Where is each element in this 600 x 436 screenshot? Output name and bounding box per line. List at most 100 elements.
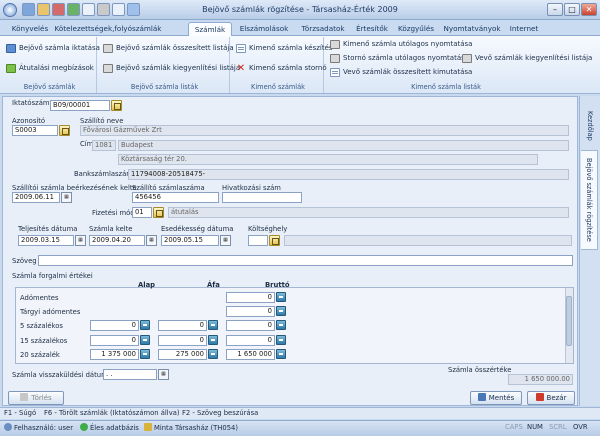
targyi-adomentes-brutto-field[interactable]: 0 <box>226 306 275 317</box>
hivatkozasi-field[interactable] <box>222 192 302 203</box>
azonosito-picker-icon[interactable] <box>59 125 70 136</box>
save-button[interactable]: Mentés <box>470 391 522 405</box>
ribbon-item-bejovo-szamla-iktatasa[interactable]: Bejövő számla iktatása <box>6 43 100 54</box>
save-icon <box>477 393 486 401</box>
5-brutto-field[interactable]: 0 <box>226 320 275 331</box>
column-brutto: Bruttó <box>265 281 290 289</box>
esedekesseg-label: Esedékesség dátuma <box>161 225 234 233</box>
koltseghely-field[interactable] <box>248 235 268 246</box>
tab-elszamolasok[interactable]: Elszámolások <box>235 22 293 36</box>
tab-szamlak[interactable]: Számlák <box>188 22 232 36</box>
beerkezes-date-field[interactable]: 2009.06.11 <box>12 192 60 203</box>
20-afa-field[interactable]: 275 000 <box>158 349 207 360</box>
calc-icon[interactable] <box>276 292 286 302</box>
hotkey-deleted-invoices: F6 - Törölt számlák (Iktatószámon állva) <box>44 409 180 417</box>
status-house: Minta Társasház (TH054) <box>144 423 238 432</box>
20-alap-field[interactable]: 1 375 000 <box>90 349 139 360</box>
20-brutto-field[interactable]: 1 650 000 <box>226 349 275 360</box>
fizetesi-mod-code-field[interactable]: 01 <box>132 207 152 218</box>
close-form-button[interactable]: Bezár <box>527 391 575 405</box>
calc-icon[interactable] <box>208 335 218 345</box>
ribbon-group-kimeno-szamla-listak: Kimenő számla utólagos nyomtatása Stornó… <box>326 37 598 93</box>
fizetesi-mod-picker-icon[interactable] <box>153 207 164 218</box>
tab-kozgyules[interactable]: Közgyűlés <box>394 22 438 36</box>
calc-icon[interactable] <box>276 320 286 330</box>
calc-icon[interactable] <box>140 349 150 359</box>
teljesites-calendar-icon[interactable]: ▦ <box>75 235 86 246</box>
calc-icon[interactable] <box>140 335 150 345</box>
report-icon <box>330 68 340 77</box>
adomentes-brutto-field[interactable]: 0 <box>226 292 275 303</box>
printer-icon <box>462 54 472 63</box>
tab-torzsadatok[interactable]: Törzsadatok <box>297 22 349 36</box>
azonosito-field[interactable]: S0003 <box>12 125 58 136</box>
kelte-calendar-icon[interactable]: ▦ <box>146 235 157 246</box>
15-afa-field[interactable]: 0 <box>158 335 207 346</box>
koltseghely-picker-icon[interactable] <box>269 235 280 246</box>
szamlaszam-field[interactable]: 456456 <box>132 192 219 203</box>
calc-icon[interactable] <box>276 306 286 316</box>
status-ovr: OVR <box>573 423 588 431</box>
delete-button[interactable]: Törlés <box>8 391 64 405</box>
cim-zip-field: 1081 <box>92 140 116 151</box>
5-afa-field[interactable]: 0 <box>158 320 207 331</box>
visszakuldes-calendar-icon[interactable]: ▦ <box>158 369 169 380</box>
side-tab-kezdolap[interactable]: Kezdőlap <box>581 104 598 148</box>
cim-street-field: Köztársaság tér 20. <box>118 154 538 165</box>
calc-icon[interactable] <box>140 320 150 330</box>
row-label-15-szazalek: 15 százalékos <box>20 337 68 345</box>
ribbon-item-kimeno-szamla-keszites[interactable]: Kimenő számla készítés <box>236 43 333 54</box>
iktatoszam-field[interactable]: B09/00001 <box>50 100 110 111</box>
list-print-icon <box>103 44 113 53</box>
ribbon-item-storno-utolagos-nyomtatas[interactable]: Stornó számla utólagos nyomtatása <box>330 53 469 64</box>
cancel-x-icon: ✕ <box>236 63 246 74</box>
calc-icon[interactable] <box>208 349 218 359</box>
ribbon-item-kimeno-szamla-storno[interactable]: ✕ Kimenő számla stornó <box>236 63 327 74</box>
status-num: NUM <box>527 423 543 431</box>
szoveg-field[interactable] <box>38 255 573 266</box>
ribbon-item-bejovo-osszesitett-lista[interactable]: Bejövő számlák összesített listája <box>103 43 234 54</box>
beerkezes-calendar-icon[interactable]: ▦ <box>61 192 72 203</box>
hotkey-insert-text: F2 - Szöveg beszúrása <box>182 409 259 417</box>
ribbon-item-bejovo-kiegyenlitesi-lista[interactable]: Bejövő számlák kiegyenlítési listája <box>103 63 240 74</box>
visszakuldes-date-field[interactable]: . . <box>103 369 157 380</box>
ribbon-item-kimeno-utolagos-nyomtatas[interactable]: Kimenő számla utólagos nyomtatása <box>330 39 472 50</box>
hivatkozasi-label: Hivatkozási szám <box>222 184 281 192</box>
tab-konyveles[interactable]: Könyvelés <box>8 22 52 36</box>
szallito-neve-label: Szállító neve <box>80 117 124 125</box>
tab-internet[interactable]: Internet <box>506 22 542 36</box>
15-alap-field[interactable]: 0 <box>90 335 139 346</box>
transfer-order-icon <box>6 64 16 73</box>
ribbon-item-vevo-osszesitett-kimutatas[interactable]: Vevő számlák összesített kimutatása <box>330 67 472 78</box>
calc-icon[interactable] <box>208 320 218 330</box>
5-alap-field[interactable]: 0 <box>90 320 139 331</box>
koltseghely-label: Költséghely <box>248 225 288 233</box>
kelte-date-field[interactable]: 2009.04.20 <box>89 235 145 246</box>
teljesites-date-field[interactable]: 2009.03.15 <box>18 235 74 246</box>
esedekesseg-date-field[interactable]: 2009.05.15 <box>161 235 219 246</box>
minimize-button[interactable]: – <box>547 3 563 16</box>
side-tab-bejovo-szamlak[interactable]: Bejövő számlák rögzítése <box>581 150 598 250</box>
15-brutto-field[interactable]: 0 <box>226 335 275 346</box>
maximize-button[interactable]: □ <box>564 3 580 16</box>
exit-icon <box>535 393 544 401</box>
scrollbar-thumb[interactable] <box>566 296 572 346</box>
row-label-adomentes: Adómentes <box>20 294 59 302</box>
tab-ertesitok[interactable]: Értesítők <box>352 22 392 36</box>
printer-icon <box>330 40 340 49</box>
table-title: Számla forgalmi értékei <box>12 272 93 280</box>
calc-icon[interactable] <box>276 335 286 345</box>
row-label-targyi-adomentes: Tárgyi adómentes <box>20 308 81 316</box>
hotkey-help: F1 - Súgó <box>4 409 37 417</box>
iktatoszam-picker-icon[interactable] <box>111 100 122 111</box>
database-icon <box>80 423 88 431</box>
esedekesseg-calendar-icon[interactable]: ▦ <box>220 235 231 246</box>
calc-icon[interactable] <box>276 349 286 359</box>
tab-nyomtatvanyok[interactable]: Nyomtatványok <box>441 22 503 36</box>
ribbon-item-atutalasi-megbizasok[interactable]: Átutalási megbízások <box>6 63 94 74</box>
tab-kotelezettsegek[interactable]: Kötelezettségek,folyószámlák <box>54 22 162 36</box>
ribbon-item-vevo-kiegyenlitesi-lista[interactable]: Vevő számlák kiegyenlítési listája <box>462 53 592 64</box>
row-label-5-szazalek: 5 százalékos <box>20 322 63 330</box>
status-user: Felhasználó: user <box>4 423 73 432</box>
close-button[interactable]: ✕ <box>581 3 597 16</box>
